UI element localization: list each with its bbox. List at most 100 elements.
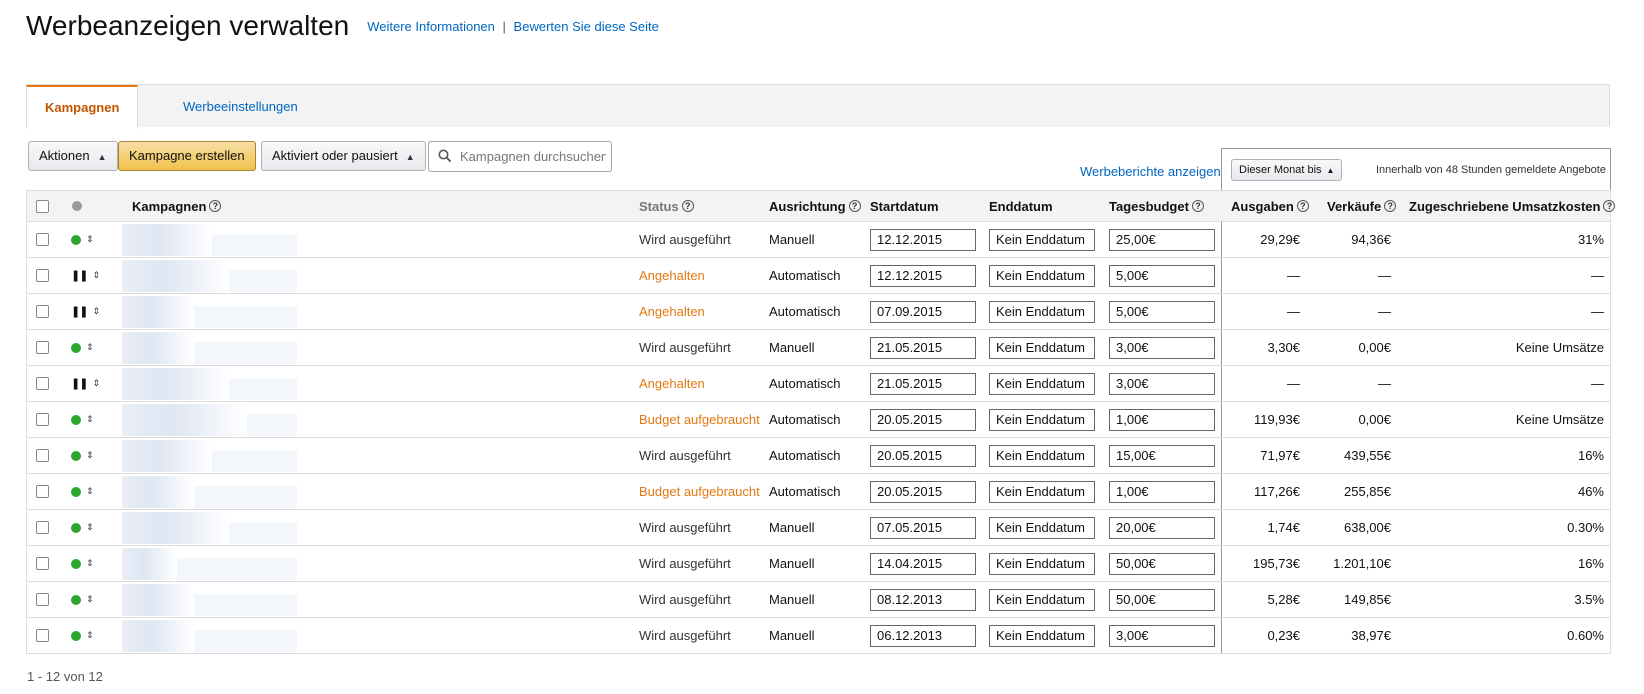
end-date-input[interactable] [989, 264, 1095, 287]
state-toggle[interactable]: ⇕ [71, 474, 94, 509]
status-filter-dropdown[interactable]: Aktiviert oder pausiert ▲︎ [261, 141, 426, 171]
tab-ad-settings[interactable]: Werbeeinstellungen [165, 85, 316, 128]
col-targeting[interactable]: Ausrichtung? [769, 191, 861, 221]
campaign-name-redacted[interactable] [122, 404, 247, 436]
daily-budget-input[interactable] [1109, 624, 1215, 647]
col-status[interactable]: Status? [639, 191, 694, 221]
daily-budget-input[interactable] [1109, 336, 1215, 359]
daily-budget-input[interactable] [1109, 480, 1215, 503]
daily-budget-input[interactable] [1109, 444, 1215, 467]
help-icon[interactable]: ? [681, 200, 694, 212]
row-checkbox[interactable] [36, 341, 49, 354]
campaign-name-redacted[interactable] [122, 440, 212, 472]
campaign-name-redacted[interactable] [122, 332, 194, 364]
state-toggle[interactable]: ⇕ [71, 330, 94, 365]
start-date-input[interactable] [870, 372, 976, 395]
start-date-input[interactable] [870, 336, 976, 359]
campaign-name-redacted[interactable] [122, 260, 229, 292]
state-toggle[interactable]: ❚❚ ⇕ [71, 366, 100, 401]
state-toggle[interactable]: ❚❚ ⇕ [71, 294, 100, 329]
start-date-input[interactable] [870, 264, 976, 287]
daily-budget-input[interactable] [1109, 588, 1215, 611]
row-checkbox[interactable] [36, 269, 49, 282]
start-date-input[interactable] [870, 480, 976, 503]
row-checkbox[interactable] [36, 449, 49, 462]
help-icon[interactable]: ? [1603, 200, 1616, 212]
state-toggle[interactable]: ⇕ [71, 618, 94, 653]
start-date-input[interactable] [870, 300, 976, 323]
campaign-name-redacted[interactable] [122, 476, 194, 508]
col-sales[interactable]: Verkäufe? [1327, 191, 1397, 221]
table-row: ⇕ Wird ausgeführt Manuell 195,73€ 1.201,10€ 1… [26, 546, 1611, 582]
end-date-input[interactable] [989, 300, 1095, 323]
end-date-input[interactable] [989, 444, 1095, 467]
start-date-input[interactable] [870, 624, 976, 647]
campaign-name-redacted[interactable] [122, 620, 194, 652]
start-date-input[interactable] [870, 516, 976, 539]
end-date-input[interactable] [989, 408, 1095, 431]
end-date-input[interactable] [989, 516, 1095, 539]
create-campaign-button[interactable]: Kampagne erstellen [118, 141, 256, 171]
col-spend[interactable]: Ausgaben? [1231, 191, 1309, 221]
campaign-name-redacted[interactable] [122, 512, 229, 544]
end-date-input[interactable] [989, 228, 1095, 251]
col-campaigns[interactable]: Kampagnen? [132, 191, 222, 221]
daily-budget-input[interactable] [1109, 300, 1215, 323]
view-reports-link[interactable]: Werbeberichte anzeigen [1080, 164, 1221, 179]
col-budget[interactable]: Tagesbudget? [1109, 191, 1204, 221]
row-checkbox[interactable] [36, 233, 49, 246]
end-date-input[interactable] [989, 588, 1095, 611]
start-date-input[interactable] [870, 444, 976, 467]
row-checkbox[interactable] [36, 305, 49, 318]
end-date-input[interactable] [989, 372, 1095, 395]
start-date-input[interactable] [870, 228, 976, 251]
state-toggle[interactable]: ⇕ [71, 438, 94, 473]
more-info-link[interactable]: Weitere Informationen [367, 19, 495, 34]
daily-budget-input[interactable] [1109, 516, 1215, 539]
search-input[interactable] [458, 148, 608, 165]
col-start-date[interactable]: Startdatum [870, 191, 939, 221]
end-date-input[interactable] [989, 480, 1095, 503]
campaign-name-redacted[interactable] [122, 224, 212, 256]
start-date-input[interactable] [870, 552, 976, 575]
help-icon[interactable]: ? [209, 200, 222, 212]
tab-campaigns[interactable]: Kampagnen [26, 85, 139, 129]
campaign-name-redacted[interactable] [122, 548, 177, 580]
actions-dropdown[interactable]: Aktionen ▲︎ [28, 141, 118, 171]
rate-page-link[interactable]: Bewerten Sie diese Seite [514, 19, 659, 34]
state-toggle[interactable]: ⇕ [71, 222, 94, 257]
select-all-checkbox[interactable] [36, 199, 49, 213]
row-checkbox[interactable] [36, 629, 49, 642]
daily-budget-input[interactable] [1109, 372, 1215, 395]
state-toggle[interactable]: ⇕ [71, 546, 94, 581]
daily-budget-input[interactable] [1109, 228, 1215, 251]
start-date-input[interactable] [870, 408, 976, 431]
daily-budget-input[interactable] [1109, 552, 1215, 575]
campaign-name-redacted[interactable] [122, 368, 229, 400]
daily-budget-input[interactable] [1109, 408, 1215, 431]
row-checkbox[interactable] [36, 485, 49, 498]
row-checkbox[interactable] [36, 413, 49, 426]
state-toggle[interactable]: ⇕ [71, 510, 94, 545]
help-icon[interactable]: ? [1191, 200, 1204, 212]
daily-budget-input[interactable] [1109, 264, 1215, 287]
row-checkbox[interactable] [36, 521, 49, 534]
col-acos[interactable]: Zugeschriebene Umsatzkosten? [1409, 191, 1616, 221]
state-toggle[interactable]: ⇕ [71, 582, 94, 617]
row-checkbox[interactable] [36, 377, 49, 390]
end-date-input[interactable] [989, 336, 1095, 359]
date-range-dropdown[interactable]: Dieser Monat bis ▲︎ [1231, 159, 1343, 181]
row-checkbox[interactable] [36, 593, 49, 606]
help-icon[interactable]: ? [848, 200, 861, 212]
campaign-name-redacted[interactable] [122, 584, 194, 616]
start-date-input[interactable] [870, 588, 976, 611]
row-checkbox[interactable] [36, 557, 49, 570]
help-icon[interactable]: ? [1296, 200, 1309, 212]
state-toggle[interactable]: ❚❚ ⇕ [71, 258, 100, 293]
campaign-name-redacted[interactable] [122, 296, 194, 328]
end-date-input[interactable] [989, 624, 1095, 647]
end-date-input[interactable] [989, 552, 1095, 575]
state-toggle[interactable]: ⇕ [71, 402, 94, 437]
help-icon[interactable]: ? [1384, 200, 1397, 212]
col-end-date[interactable]: Enddatum [989, 191, 1053, 221]
